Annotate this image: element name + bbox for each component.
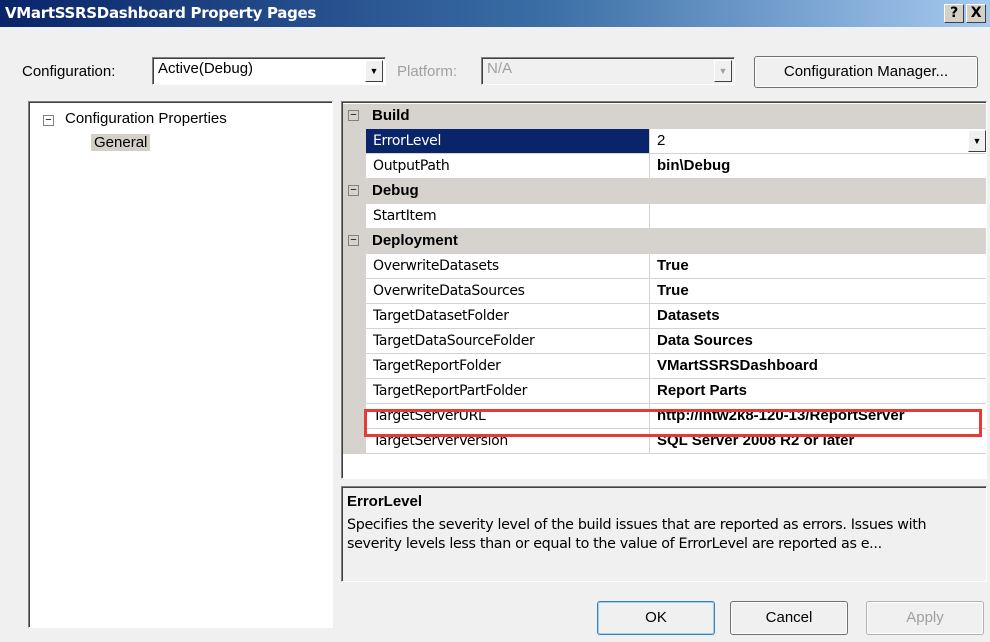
- property-row-outputpath[interactable]: OutputPath bin\Debug: [343, 154, 986, 179]
- category-label: Deployment: [372, 232, 458, 249]
- chevron-down-icon: ▼: [714, 60, 732, 82]
- property-value[interactable]: http://intw2k8-120-13/ReportServer: [650, 404, 986, 429]
- collapse-icon[interactable]: −: [348, 110, 359, 121]
- property-name[interactable]: OutputPath: [366, 154, 650, 179]
- title-bar: VMartSSRSDashboard Property Pages ? X: [0, 0, 990, 27]
- configuration-manager-button[interactable]: Configuration Manager...: [754, 56, 978, 88]
- property-name[interactable]: OverwriteDatasets: [366, 254, 650, 279]
- property-row-targetserverurl[interactable]: TargetServerURL http://intw2k8-120-13/Re…: [343, 404, 986, 429]
- property-row-errorlevel[interactable]: ErrorLevel 2 ▼: [343, 129, 986, 154]
- category-label: Build: [372, 107, 410, 124]
- property-value[interactable]: Datasets: [650, 304, 986, 329]
- property-name[interactable]: TargetServerVersion: [366, 429, 650, 454]
- property-row-overwritedatasources[interactable]: OverwriteDataSources True: [343, 279, 986, 304]
- chevron-down-icon[interactable]: ▼: [365, 60, 383, 82]
- ok-button[interactable]: OK: [597, 601, 715, 635]
- property-value[interactable]: True: [650, 254, 986, 279]
- chevron-down-icon[interactable]: ▼: [968, 130, 986, 152]
- platform-label: Platform:: [397, 63, 458, 80]
- property-row-overwritedatasets[interactable]: OverwriteDatasets True: [343, 254, 986, 279]
- row-gutter: [343, 304, 366, 329]
- property-row-targetdatasourcefolder[interactable]: TargetDataSourceFolder Data Sources: [343, 329, 986, 354]
- collapse-icon[interactable]: −: [348, 185, 359, 196]
- platform-combo: N/A ▼: [481, 57, 735, 85]
- property-value[interactable]: SQL Server 2008 R2 or later: [650, 429, 986, 454]
- platform-value: N/A: [487, 60, 513, 77]
- property-name[interactable]: OverwriteDataSources: [366, 279, 650, 304]
- collapse-icon[interactable]: −: [43, 115, 54, 126]
- window-title: VMartSSRSDashboard Property Pages: [5, 4, 317, 22]
- category-deployment[interactable]: − Deployment: [343, 229, 986, 254]
- property-row-targetreportpartfolder[interactable]: TargetReportPartFolder Report Parts: [343, 379, 986, 404]
- help-button[interactable]: ?: [944, 4, 964, 23]
- property-name[interactable]: ErrorLevel: [366, 129, 650, 154]
- apply-button: Apply: [866, 601, 984, 635]
- property-name[interactable]: TargetDatasetFolder: [366, 304, 650, 329]
- property-name[interactable]: TargetServerURL: [366, 404, 650, 429]
- property-value[interactable]: 2: [650, 129, 986, 154]
- row-gutter: [343, 354, 366, 379]
- row-gutter: [343, 429, 366, 454]
- description-panel: ErrorLevel Specifies the severity level …: [341, 486, 987, 582]
- tree-item-general[interactable]: General: [91, 134, 151, 151]
- row-gutter: [343, 254, 366, 279]
- category-build[interactable]: − Build: [343, 104, 986, 129]
- property-name[interactable]: StartItem: [366, 204, 650, 229]
- tree-item-configuration-properties[interactable]: Configuration Properties: [65, 110, 227, 127]
- configuration-label: Configuration:: [22, 63, 116, 80]
- property-value[interactable]: VMartSSRSDashboard: [650, 354, 986, 379]
- row-gutter: [343, 154, 366, 179]
- row-gutter: [343, 404, 366, 429]
- property-value[interactable]: Data Sources: [650, 329, 986, 354]
- config-tree: − Configuration Properties General: [28, 101, 333, 628]
- property-value[interactable]: True: [650, 279, 986, 304]
- cancel-button[interactable]: Cancel: [730, 601, 848, 635]
- configuration-value: Active(Debug): [158, 60, 254, 77]
- property-row-startitem[interactable]: StartItem: [343, 204, 986, 229]
- row-gutter: [343, 329, 366, 354]
- row-gutter: [343, 279, 366, 304]
- property-name[interactable]: TargetDataSourceFolder: [366, 329, 650, 354]
- row-gutter: [343, 129, 366, 154]
- property-name[interactable]: TargetReportPartFolder: [366, 379, 650, 404]
- property-row-targetreportfolder[interactable]: TargetReportFolder VMartSSRSDashboard: [343, 354, 986, 379]
- configuration-combo[interactable]: Active(Debug) ▼: [152, 57, 386, 85]
- property-grid: − Build ErrorLevel 2 ▼ OutputPath bin\De…: [341, 101, 987, 479]
- property-name[interactable]: TargetReportFolder: [366, 354, 650, 379]
- collapse-icon[interactable]: −: [348, 235, 359, 246]
- property-value[interactable]: bin\Debug: [650, 154, 986, 179]
- property-row-targetdatasetfolder[interactable]: TargetDatasetFolder Datasets: [343, 304, 986, 329]
- description-title: ErrorLevel: [347, 493, 423, 510]
- close-button[interactable]: X: [966, 4, 986, 23]
- property-value[interactable]: [650, 204, 986, 229]
- category-label: Debug: [372, 182, 419, 199]
- property-value[interactable]: Report Parts: [650, 379, 986, 404]
- row-gutter: [343, 204, 366, 229]
- description-text: Specifies the severity level of the buil…: [347, 517, 927, 552]
- row-gutter: [343, 379, 366, 404]
- property-row-targetserverversion[interactable]: TargetServerVersion SQL Server 2008 R2 o…: [343, 429, 986, 454]
- category-debug[interactable]: − Debug: [343, 179, 986, 204]
